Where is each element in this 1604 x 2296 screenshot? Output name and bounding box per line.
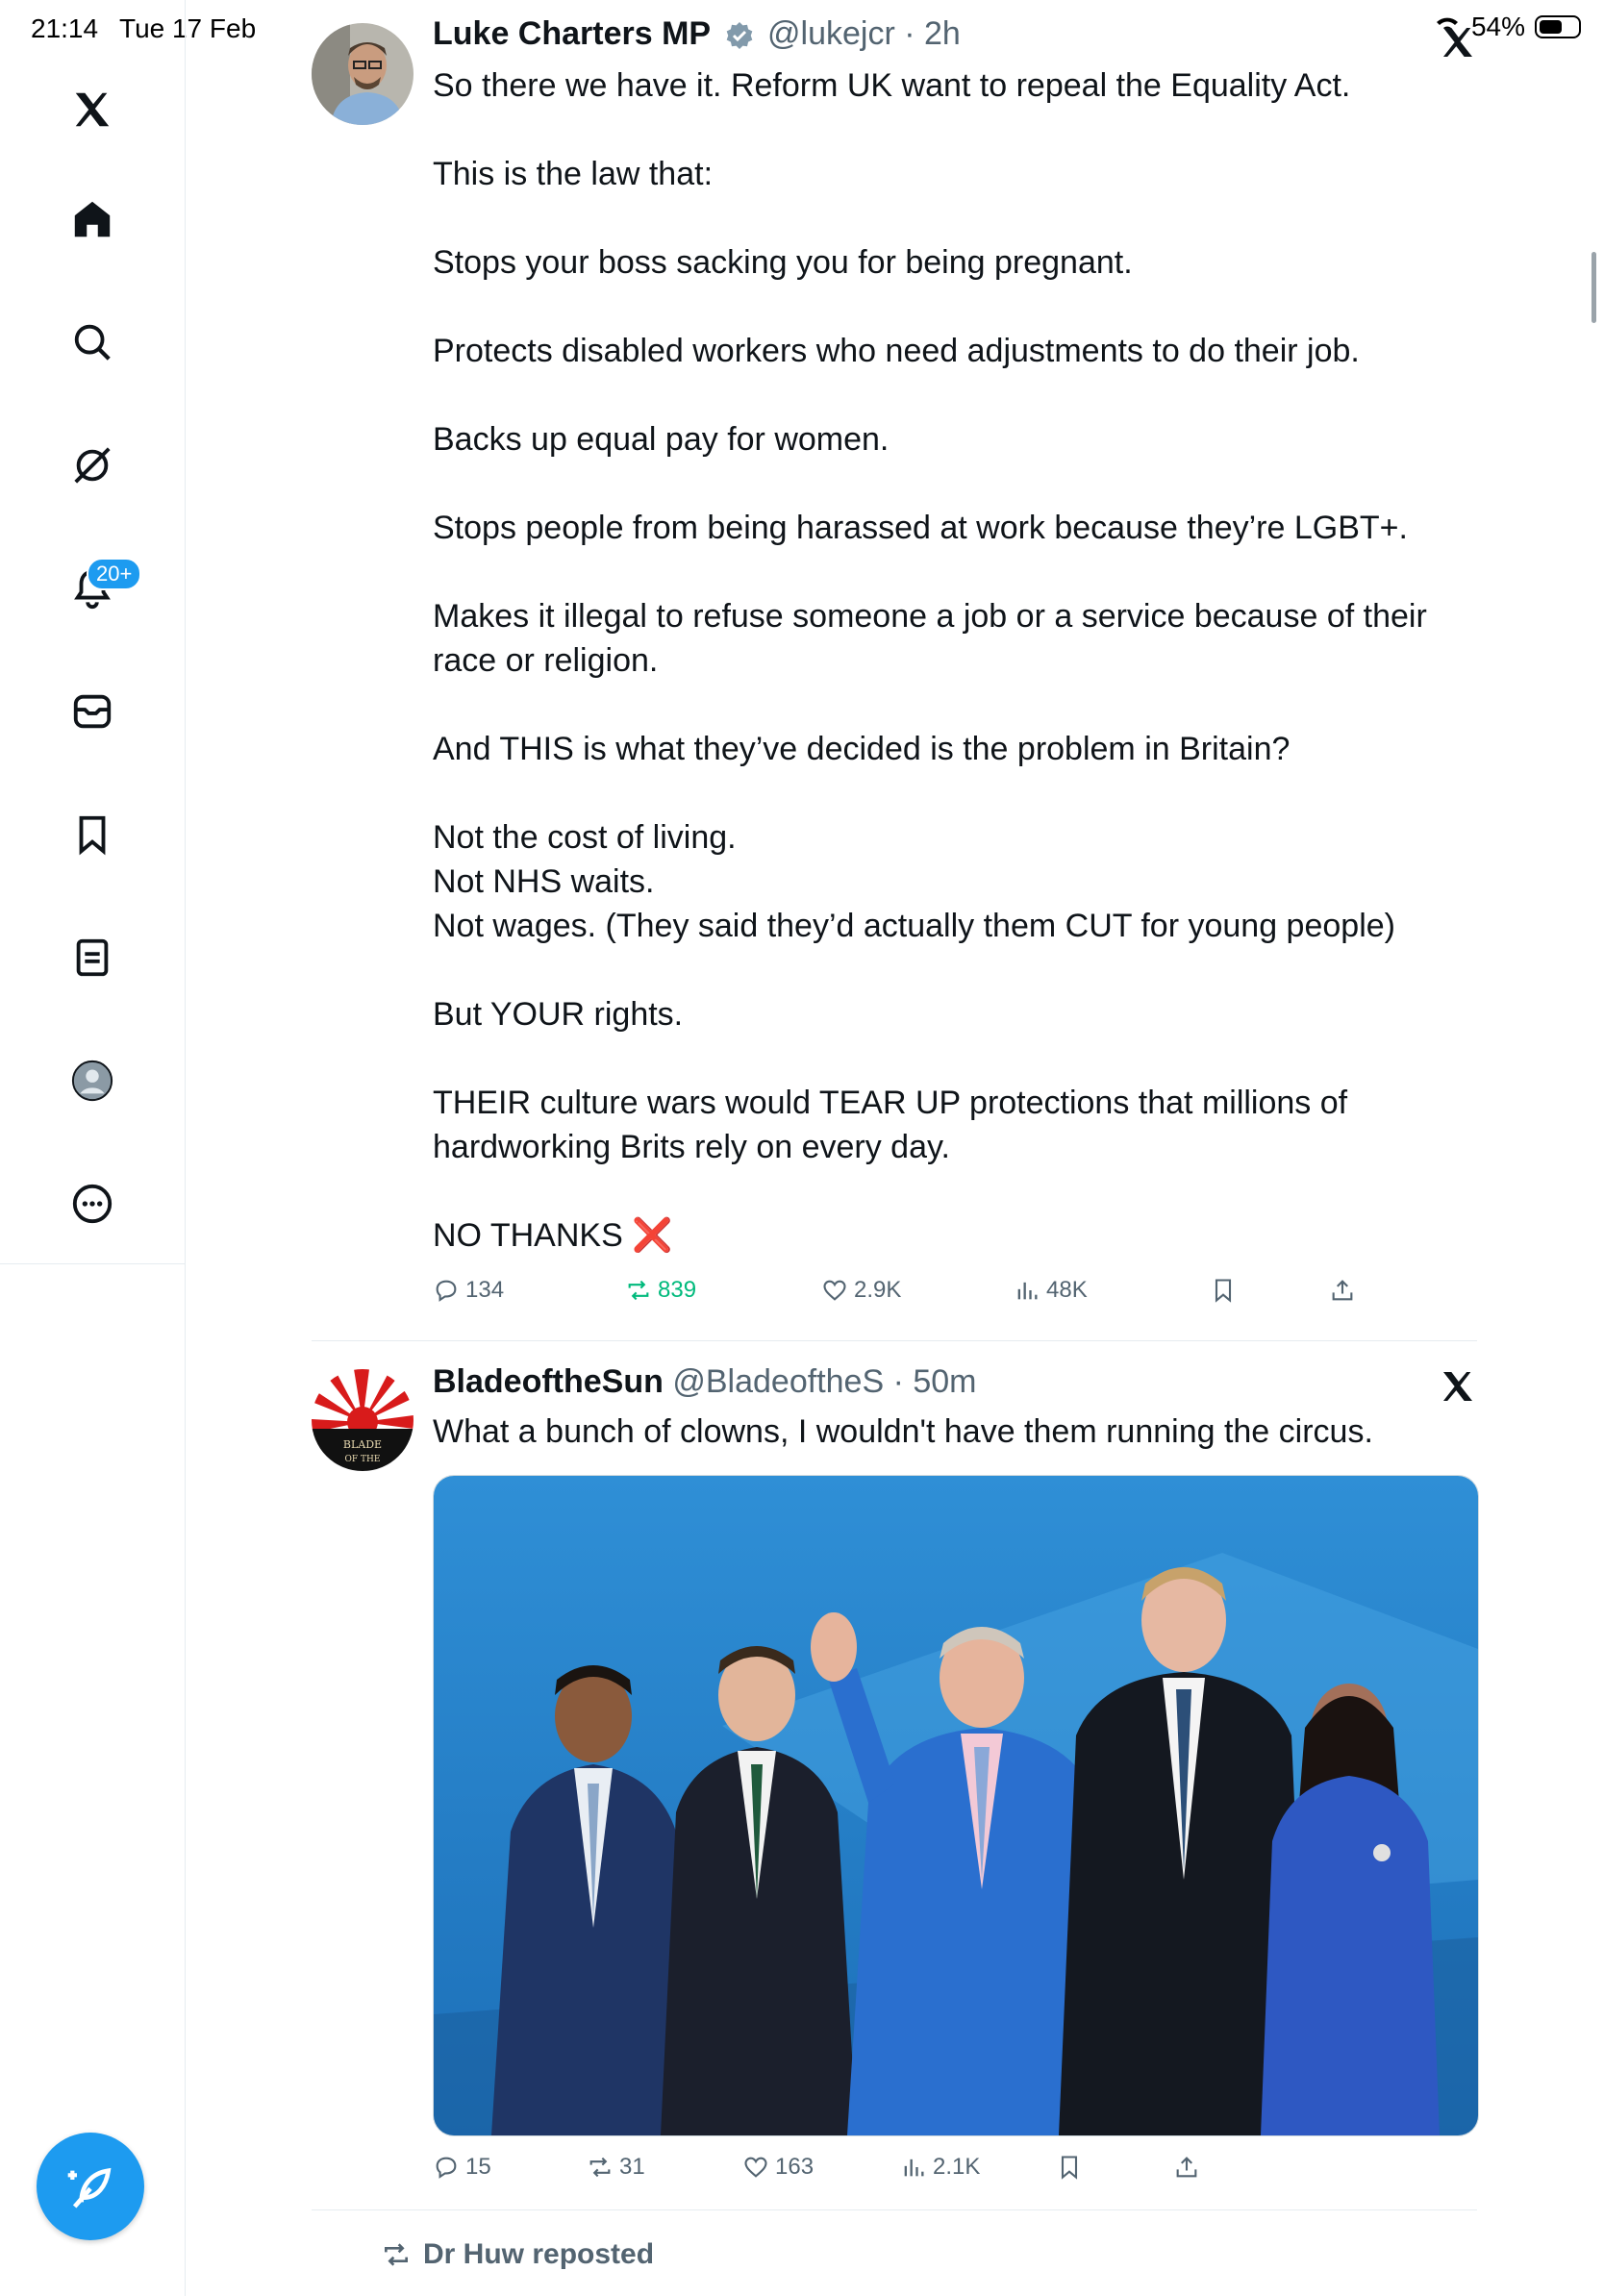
repost-icon xyxy=(385,2243,408,2266)
author-name[interactable]: BladeoftheSun xyxy=(433,1363,664,1400)
bookmark-icon xyxy=(1061,2156,1078,2180)
x-logo-icon[interactable] xyxy=(65,83,119,137)
sidebar-divider xyxy=(0,1263,185,1264)
author-handle[interactable]: @lukejcr xyxy=(767,15,895,52)
like-button[interactable]: 163 xyxy=(742,2154,814,2181)
tweet-header: BladeoftheSun @BladeoftheS · 50m xyxy=(433,1363,977,1401)
bookmark-icon xyxy=(1215,1279,1232,1303)
home-icon[interactable] xyxy=(65,192,119,246)
sidebar: 20+ xyxy=(0,0,186,2296)
views-count: 2.1K xyxy=(933,2154,981,2180)
tweet-text-content: So there we have it. Reform UK want to r… xyxy=(433,67,1427,1254)
grok-icon[interactable] xyxy=(65,438,119,492)
share-icon xyxy=(1176,2157,1197,2178)
tweet-text: What a bunch of clowns, I wouldn't have … xyxy=(433,1413,1373,1450)
like-count: 163 xyxy=(775,2154,815,2180)
tweet-time[interactable]: · 2h xyxy=(904,15,961,52)
bookmark-button[interactable] xyxy=(1056,2154,1083,2181)
repost-count: 31 xyxy=(619,2154,645,2180)
share-button[interactable] xyxy=(1329,1277,1356,1304)
more-icon[interactable] xyxy=(65,1177,119,1231)
reply-count: 15 xyxy=(465,2154,491,2180)
reply-icon xyxy=(436,2157,457,2179)
author-name[interactable]: Luke Charters MP xyxy=(433,15,711,52)
tweet-avatar[interactable]: BLADE OF THE xyxy=(312,1369,414,1471)
avatar-logo-text: BLADE xyxy=(343,1438,382,1451)
repost-icon xyxy=(628,1280,649,1301)
views-chart-icon xyxy=(1017,1282,1038,1300)
tweet-actions: 15 31 163 2.1K xyxy=(433,2154,1477,2192)
battery-icon xyxy=(1535,15,1581,38)
battery-percent: 54% xyxy=(1470,12,1525,41)
tweet-actions: 134 839 2.9K 48K xyxy=(433,1277,1477,1315)
avatar-logo-text: OF THE xyxy=(345,1455,381,1464)
tweet-avatar[interactable] xyxy=(312,23,414,125)
reposted-by-label[interactable]: Dr Huw reposted xyxy=(381,2238,654,2271)
reply-count: 134 xyxy=(465,1277,505,1303)
repost-button[interactable]: 31 xyxy=(587,2154,645,2181)
messages-icon[interactable] xyxy=(65,685,119,738)
repost-icon xyxy=(589,2157,611,2178)
repost-count: 839 xyxy=(658,1277,697,1303)
reply-button[interactable]: 134 xyxy=(433,1277,504,1304)
heart-icon xyxy=(823,1280,846,1301)
repost-button[interactable]: 839 xyxy=(625,1277,696,1304)
x-close-icon[interactable] xyxy=(1439,23,1477,62)
views-chart-icon xyxy=(904,2159,924,2177)
notifications-badge: 20+ xyxy=(87,558,142,590)
compose-feather-icon xyxy=(67,2167,112,2209)
views-button[interactable]: 48K xyxy=(1014,1277,1088,1304)
tweet-header: Luke Charters MP @lukejcr · 2h xyxy=(433,15,961,53)
verified-badge-icon xyxy=(726,22,752,50)
author-handle[interactable]: @BladeoftheS xyxy=(672,1363,884,1400)
views-count: 48K xyxy=(1046,1277,1088,1303)
red-x-emoji: ❌ xyxy=(632,1217,673,1254)
reposted-by-text: Dr Huw reposted xyxy=(423,2238,655,2270)
tweet-text: So there we have it. Reform UK want to r… xyxy=(433,63,1471,1258)
tweet-photo[interactable] xyxy=(433,1475,1479,2136)
tweet-divider xyxy=(312,1340,1477,1341)
views-button[interactable]: 2.1K xyxy=(900,2154,980,2181)
compose-button[interactable] xyxy=(37,2133,144,2240)
heart-icon xyxy=(744,2157,767,2178)
bookmark-button[interactable] xyxy=(1210,1277,1237,1304)
like-button[interactable]: 2.9K xyxy=(821,1277,901,1304)
tweet-divider xyxy=(312,2209,1477,2210)
profile-avatar-icon[interactable] xyxy=(65,1054,119,1108)
search-icon[interactable] xyxy=(65,315,119,369)
share-icon xyxy=(1332,1280,1353,1301)
reply-icon xyxy=(436,1280,457,1302)
x-close-icon[interactable] xyxy=(1439,1367,1477,1406)
tweet-time[interactable]: · 50m xyxy=(893,1363,977,1400)
reply-button[interactable]: 15 xyxy=(433,2154,491,2181)
bookmarks-icon[interactable] xyxy=(65,808,119,861)
share-button[interactable] xyxy=(1173,2154,1200,2181)
like-count: 2.9K xyxy=(854,1277,902,1303)
scrollbar-thumb[interactable] xyxy=(1591,252,1596,323)
lists-icon[interactable] xyxy=(65,931,119,985)
